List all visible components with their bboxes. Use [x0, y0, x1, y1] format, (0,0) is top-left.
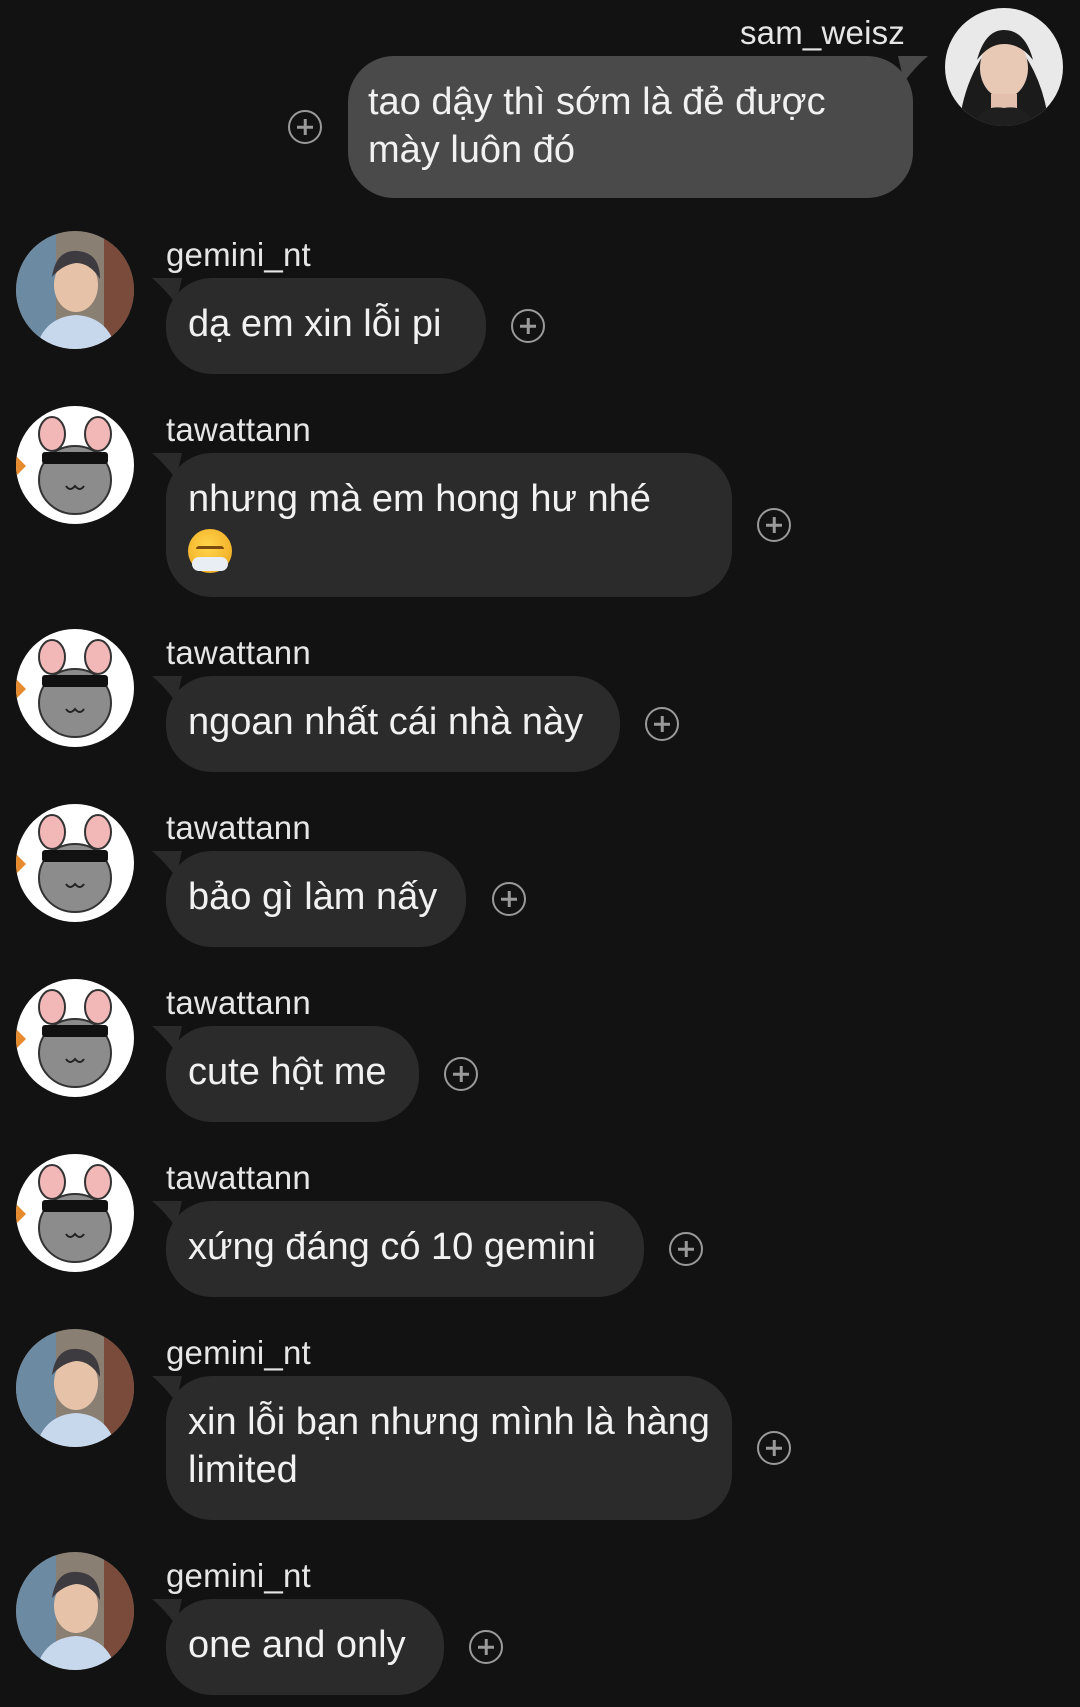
- message-text: cute hột me: [188, 1051, 387, 1093]
- message-text: tao dậy thì sớm là đẻ được mày luôn đó: [368, 81, 826, 171]
- avatar-gemini_nt[interactable]: [16, 1552, 134, 1670]
- add-reaction-icon[interactable]: [469, 1630, 503, 1664]
- avatar-tawattann[interactable]: [16, 406, 134, 524]
- message-bubble[interactable]: tao dậy thì sớm là đẻ được mày luôn đó: [348, 56, 913, 198]
- message-text: one and only: [188, 1624, 406, 1666]
- message-bubble[interactable]: one and only: [166, 1599, 444, 1695]
- avatar-tawattann[interactable]: [16, 979, 134, 1097]
- username: tawattann: [166, 984, 311, 1021]
- message-bubble[interactable]: xứng đáng có 10 gemini: [166, 1201, 644, 1297]
- avatar-gemini_nt[interactable]: [16, 231, 134, 349]
- add-reaction-icon[interactable]: [444, 1057, 478, 1091]
- avatar-tawattann[interactable]: [16, 629, 134, 747]
- avatar-sam_weisz[interactable]: [945, 8, 1063, 126]
- message-bubble[interactable]: xin lỗi bạn nhưng mình là hàng limited: [166, 1376, 732, 1520]
- message-text: dạ em xin lỗi pi: [188, 303, 442, 345]
- add-reaction-icon[interactable]: [669, 1232, 703, 1266]
- bubble-tail: [898, 56, 928, 82]
- message-bubble[interactable]: dạ em xin lỗi pi: [166, 278, 486, 374]
- add-reaction-icon[interactable]: [511, 309, 545, 343]
- message-bubble[interactable]: bảo gì làm nấy: [166, 851, 466, 947]
- avatar-tawattann[interactable]: [16, 1154, 134, 1272]
- username: gemini_nt: [166, 1557, 311, 1594]
- message-text: xin lỗi bạn nhưng mình là hàng limited: [188, 1401, 710, 1491]
- avatar-gemini_nt[interactable]: [16, 1329, 134, 1447]
- triumph-face-emoji: [188, 528, 232, 573]
- message-text: ngoan nhất cái nhà này: [188, 701, 584, 743]
- avatar-tawattann[interactable]: [16, 804, 134, 922]
- username: gemini_nt: [166, 236, 311, 273]
- add-reaction-icon[interactable]: [757, 1431, 791, 1465]
- username: sam_weisz: [739, 14, 905, 51]
- message-text: bảo gì làm nấy: [188, 876, 438, 918]
- message-bubble[interactable]: ngoan nhất cái nhà này: [166, 676, 620, 772]
- username: tawattann: [166, 411, 311, 448]
- message-text: xứng đáng có 10 gemini: [188, 1226, 596, 1268]
- add-reaction-icon[interactable]: [757, 508, 791, 542]
- add-reaction-icon[interactable]: [492, 882, 526, 916]
- add-reaction-icon[interactable]: [288, 110, 322, 144]
- add-reaction-icon[interactable]: [645, 707, 679, 741]
- username: gemini_nt: [166, 1334, 311, 1371]
- username: tawattann: [166, 1159, 311, 1196]
- message-text: nhưng mà em hong hư nhé: [188, 478, 651, 520]
- username: tawattann: [166, 809, 311, 846]
- message-bubble[interactable]: cute hột me: [166, 1026, 419, 1122]
- username: tawattann: [166, 634, 311, 671]
- message-bubble[interactable]: nhưng mà em hong hư nhé: [166, 453, 732, 597]
